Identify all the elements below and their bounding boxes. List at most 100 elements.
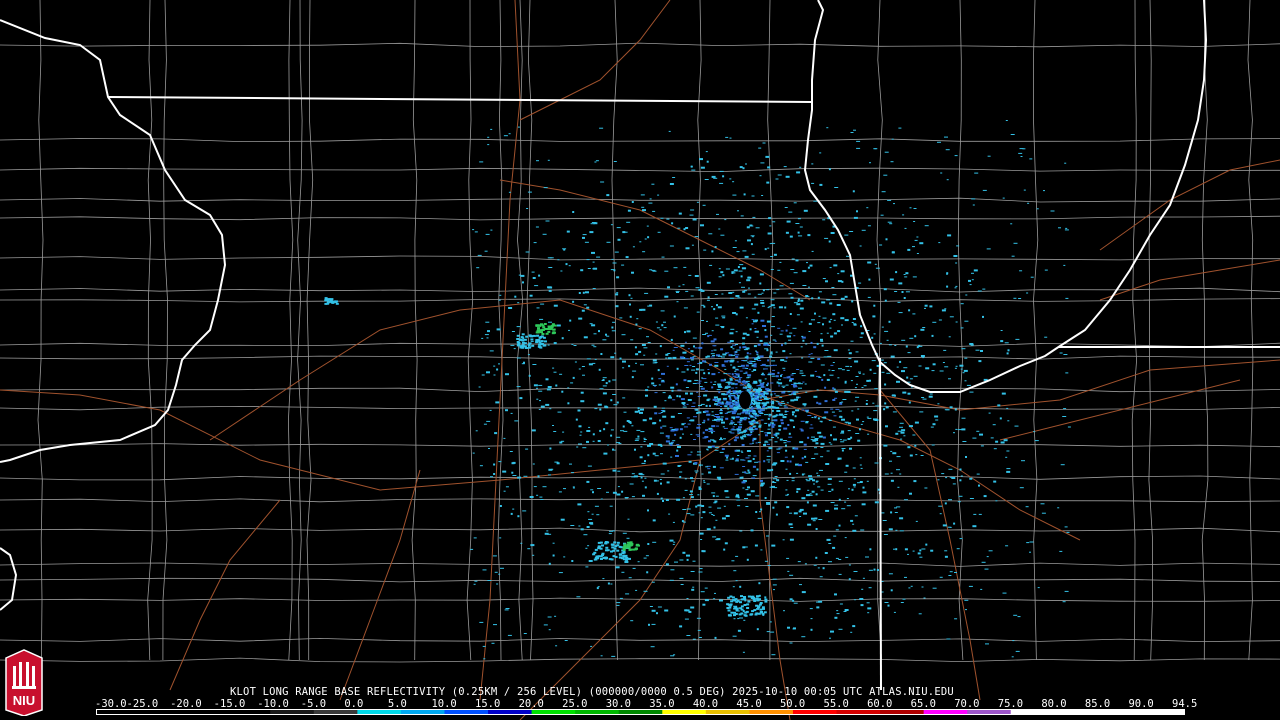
echo-pixel — [957, 429, 962, 431]
echo-pixel — [822, 317, 827, 319]
echo-pixel — [610, 399, 613, 402]
echo-pixel — [856, 210, 858, 213]
echo-pixel — [653, 479, 657, 482]
echo-pixel — [830, 443, 833, 445]
echo-pixel — [813, 564, 817, 566]
echo-pixel — [762, 289, 765, 292]
echo-pixel — [749, 353, 752, 355]
echo-pixel — [616, 227, 621, 229]
echo-pixel — [616, 442, 620, 444]
echo-pixel — [820, 456, 824, 458]
echo-pixel — [586, 358, 591, 360]
echo-pixel — [780, 374, 783, 376]
echo-pixel — [831, 287, 835, 288]
echo-pixel — [969, 284, 972, 286]
echo-pixel — [694, 236, 699, 238]
echo-pixel — [925, 543, 928, 546]
echo-pixel — [580, 269, 584, 272]
echo-pixel — [679, 471, 683, 473]
echo-pixel — [548, 321, 552, 323]
echo-pixel — [1063, 354, 1068, 355]
echo-pixel — [597, 586, 600, 588]
echo-pixel — [653, 405, 657, 408]
echo-pixel — [908, 309, 911, 312]
echo-pixel — [749, 443, 753, 445]
echo-pixel — [753, 438, 756, 441]
echo-pixel — [695, 408, 699, 411]
echo-pixel — [760, 162, 765, 164]
echo-pixel — [890, 161, 894, 163]
echo-pixel — [801, 335, 804, 337]
echo-pixel — [810, 424, 813, 426]
echo-pixel — [755, 390, 759, 393]
echo-pixel — [738, 426, 742, 429]
echo-pixel — [765, 155, 770, 158]
echo-pixel — [737, 629, 741, 632]
echo-pixel — [1010, 134, 1015, 135]
echo-pixel — [667, 353, 671, 354]
echo-pixel — [810, 353, 813, 355]
echo-pixel — [759, 611, 763, 614]
echo-pixel — [746, 279, 751, 282]
echo-pixel — [711, 373, 716, 376]
echo-pixel — [784, 410, 787, 413]
echo-pixel — [508, 133, 511, 135]
echo-pixel — [745, 457, 750, 459]
echo-pixel — [711, 492, 716, 494]
echo-pixel — [766, 401, 770, 404]
echo-pixel — [767, 565, 771, 566]
echo-pixel — [859, 428, 861, 431]
echo-pixel — [732, 403, 735, 405]
echo-pixel — [940, 172, 943, 174]
echo-pixel — [532, 364, 537, 365]
echo-pixel — [785, 356, 788, 359]
echo-pixel — [781, 344, 783, 347]
product-caption: KLOT LONG RANGE BASE REFLECTIVITY (0.25K… — [230, 686, 954, 698]
echo-pixel — [782, 416, 787, 419]
echo-pixel — [592, 440, 595, 442]
echo-pixel — [517, 302, 520, 304]
echo-pixel — [685, 290, 689, 292]
echo-pixel — [685, 609, 690, 612]
echo-pixel — [638, 328, 642, 330]
echo-pixel — [757, 517, 762, 519]
echo-pixel — [679, 356, 684, 359]
echo-pixel — [726, 403, 731, 406]
echo-pixel — [740, 412, 745, 414]
echo-pixel — [640, 474, 645, 476]
echo-pixel — [487, 330, 490, 333]
echo-pixel — [817, 567, 820, 569]
echo-pixel — [862, 577, 865, 579]
echo-pixel — [866, 207, 869, 209]
echo-pixel — [835, 557, 839, 559]
echo-pixel — [753, 421, 756, 423]
echo-pixel — [808, 494, 813, 496]
echo-pixel — [600, 353, 603, 355]
echo-pixel — [785, 384, 789, 386]
echo-pixel — [525, 448, 529, 450]
echo-pixel — [732, 366, 736, 369]
echo-pixel — [505, 608, 510, 609]
echo-pixel — [777, 371, 780, 374]
echo-pixel — [616, 541, 620, 544]
echo-pixel — [712, 514, 715, 516]
echo-pixel — [1030, 276, 1034, 278]
echo-pixel — [794, 447, 799, 450]
echo-pixel — [517, 126, 520, 128]
echo-pixel — [677, 466, 681, 467]
echo-pixel — [969, 343, 974, 345]
echo-pixel — [893, 611, 896, 613]
echo-pixel — [695, 287, 700, 289]
echo-pixel — [941, 309, 946, 312]
echo-pixel — [916, 253, 919, 254]
echo-pixel — [893, 394, 896, 397]
echo-pixel — [796, 303, 801, 306]
echo-pixel — [1027, 202, 1030, 204]
echo-pixel — [746, 389, 749, 392]
echo-pixel — [647, 305, 650, 307]
radar-site — [739, 391, 751, 409]
echo-pixel — [858, 282, 862, 284]
echo-pixel — [642, 209, 646, 212]
reflectivity-colorbar — [96, 709, 1185, 715]
echo-pixel — [631, 376, 634, 379]
